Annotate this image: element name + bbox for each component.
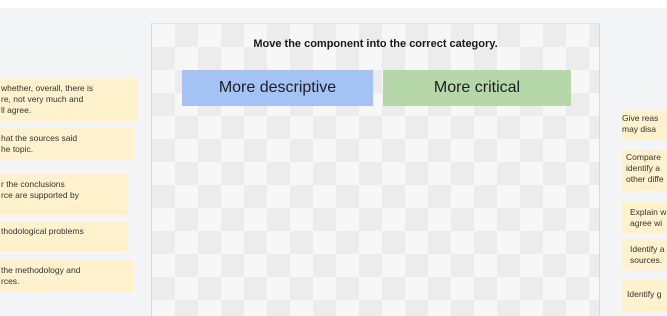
card-text-line: the methodology and [1, 265, 81, 275]
card-text-line: Compare [626, 152, 661, 162]
card-text-line: agree wi [630, 218, 663, 228]
card-text-line: identify a [626, 163, 661, 173]
card-text-line: sources. [630, 255, 663, 265]
card-text-line: r the conclusions [1, 179, 65, 189]
component-card[interactable]: hat the sources said he topic. [0, 128, 133, 160]
card-text-line: other diffe [626, 174, 664, 184]
card-text-line: ll agree. [1, 105, 32, 115]
component-card[interactable]: Explain w agree wi [621, 201, 667, 233]
card-text-line: Give reas [622, 113, 659, 123]
top-strip [0, 0, 667, 8]
card-text-line: Explain w [630, 207, 667, 217]
card-text-line: may disa [622, 124, 657, 134]
card-text-line: rce are supported by [1, 190, 79, 200]
card-text-line: Identify a [630, 244, 665, 254]
component-card[interactable]: Give reas may disa [621, 110, 667, 140]
component-card[interactable]: thodological problems [0, 221, 128, 251]
component-card[interactable]: Identify g [621, 280, 667, 312]
card-text-line: re, not very much and [1, 94, 84, 104]
sorting-board: Move the component into the correct cate… [151, 23, 600, 316]
component-card[interactable]: whether, overall, there is re, not very … [0, 78, 138, 122]
card-text-line: hat the sources said [1, 133, 78, 143]
category-more-critical[interactable]: More critical [383, 70, 571, 106]
component-card[interactable]: Identify a sources. [621, 239, 667, 270]
card-text-line: thodological problems [1, 226, 84, 236]
card-text-line: Identify g [627, 289, 662, 299]
category-more-descriptive[interactable]: More descriptive [182, 70, 373, 106]
component-card[interactable]: Compare identify a other diffe [621, 149, 667, 191]
component-card[interactable]: r the conclusions rce are supported by [0, 173, 128, 215]
card-text-line: whether, overall, there is [1, 83, 94, 93]
instruction-text: Move the component into the correct cate… [253, 38, 498, 50]
card-text-line: he topic. [1, 144, 34, 154]
component-card[interactable]: the methodology and rces. [0, 260, 133, 292]
card-text-line: rces. [1, 276, 20, 286]
